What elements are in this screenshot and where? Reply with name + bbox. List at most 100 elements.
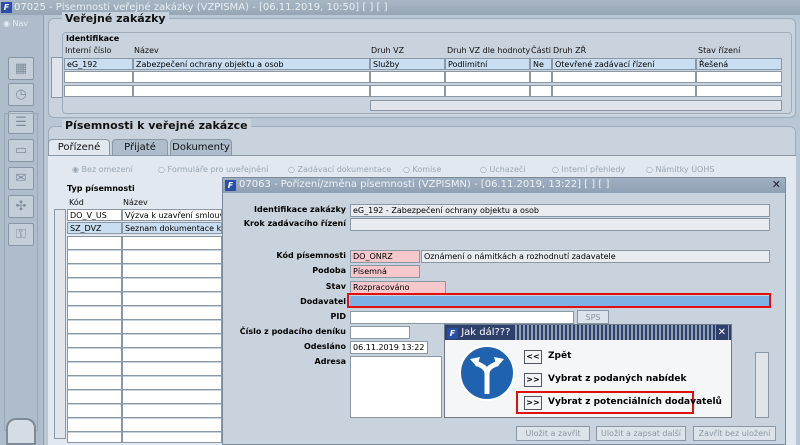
col-nazev: Název: [134, 46, 159, 55]
form-dialog-title: 07063 - Pořízení/změna písemnosti (VZPIS…: [239, 179, 610, 190]
radio-zadavaci-dokumentace[interactable]: ○ Zadávací dokumentace: [288, 165, 391, 174]
zakazka-stav[interactable]: Řešená: [696, 58, 782, 70]
zakazky-hscroll[interactable]: [370, 100, 782, 111]
identifikace-name: Zabezpečení ochrany objektu a osob: [391, 206, 539, 215]
table-row[interactable]: [370, 71, 445, 83]
radio-label: Komise: [412, 165, 442, 174]
radio-uchazeci[interactable]: ○ Uchazeči: [480, 165, 526, 174]
tools-icon[interactable]: ▦: [8, 57, 34, 80]
table-row[interactable]: [370, 85, 445, 97]
sps-button[interactable]: SPS: [577, 310, 609, 324]
zakazka-interni-cislo[interactable]: eG_192: [64, 58, 133, 70]
odeslano-field[interactable]: 06.11.2019 13:22: [350, 341, 428, 354]
close-no-save-button[interactable]: Zavřít bez uložení: [693, 426, 776, 441]
back-label: Zpět: [548, 351, 572, 361]
form-dialog-titlebar: F 07063 - Pořízení/změna písemnosti (VZP…: [223, 178, 785, 193]
app-logo-icon: F: [1, 2, 12, 13]
table-row[interactable]: [552, 71, 696, 83]
identifikace-code: eG_192: [353, 206, 384, 215]
scroll-knob[interactable]: [6, 418, 36, 445]
select-suppliers-button[interactable]: >>: [524, 396, 542, 410]
app-logo-icon: F: [225, 180, 236, 191]
tab-dokumenty[interactable]: Dokumenty: [170, 139, 232, 155]
odeslano-label: Odesláno: [303, 342, 346, 351]
nav-label: Nav: [12, 19, 29, 28]
zakazka-druh-hodnota[interactable]: Podlimitní: [445, 58, 530, 70]
kod-field[interactable]: DO_ONRZ: [350, 250, 420, 263]
table-row[interactable]: [133, 85, 370, 97]
table-row[interactable]: [445, 85, 530, 97]
col-druh-zr: Druh ZŘ: [553, 46, 587, 55]
radio-namitky-uohs[interactable]: ○ Námitky ÚOHS: [646, 165, 714, 174]
col-casti: Části: [531, 46, 552, 55]
pisemnost-kod[interactable]: DO_V_US: [67, 209, 122, 221]
save-next-button[interactable]: Uložit a zapsat další: [596, 426, 686, 441]
adresa-field[interactable]: [350, 356, 442, 418]
direction-sign-icon: [459, 345, 515, 401]
dodavatel-field[interactable]: [350, 296, 769, 306]
table-row[interactable]: [530, 71, 552, 83]
stav-label: Stav: [325, 282, 346, 291]
tab-prijate[interactable]: Přijaté: [112, 139, 168, 155]
radio-komise[interactable]: ○ Komise: [403, 165, 441, 174]
podoba-label: Podoba: [312, 266, 346, 275]
col-nazev-pisemnosti: Název: [123, 198, 148, 207]
jak-dal-title: Jak dál???: [461, 327, 511, 338]
radio-label: Bez omezení: [81, 165, 133, 174]
col-kod: Kód: [69, 198, 84, 207]
back-button[interactable]: <<: [524, 350, 542, 364]
identifikace-field: eG_192 - Zabezpečení ochrany objektu a o…: [350, 204, 770, 217]
adresa-scroll[interactable]: [755, 352, 769, 418]
table-row[interactable]: [133, 71, 370, 83]
krok-field: [350, 218, 770, 231]
kod-desc-field: Oznámení o námitkách a rozhodnutí zadava…: [421, 250, 770, 263]
radio-label: Interní přehledy: [561, 165, 626, 174]
table-row[interactable]: [445, 71, 530, 83]
col-druh-vz-hodnota: Druh VZ dle hodnoty: [447, 46, 531, 55]
jak-dal-title-wrap: F Jak dál???: [445, 325, 515, 340]
table-row[interactable]: [64, 71, 133, 83]
table-row[interactable]: [530, 85, 552, 97]
radio-bez-omezeni[interactable]: ◉ Bez omezení: [72, 165, 133, 174]
krok-label: Krok zadávacího řízení: [243, 219, 346, 228]
pisemnosti-title: Písemnosti k veřejné zakázce: [62, 119, 251, 132]
nav-toggle[interactable]: ◉ Nav: [3, 19, 28, 28]
col-interni-cislo: Interní číslo: [65, 46, 112, 55]
pisemnost-kod[interactable]: SZ_DVZ: [67, 222, 122, 234]
zakazka-druh-zr[interactable]: Otevřené zadávací řízení: [552, 58, 696, 70]
identifikace-label: Identifikace zakázky: [254, 205, 346, 214]
zakazky-title: Veřejné zakázky: [62, 12, 169, 25]
radio-label: Formuláře pro uveřejnění: [167, 165, 269, 174]
adresa-label: Adresa: [314, 357, 346, 366]
nav-panel-frame: [4, 113, 38, 431]
tab-porizene[interactable]: Pořízené: [48, 139, 110, 155]
table-row[interactable]: [552, 85, 696, 97]
pisemnost-nazev[interactable]: Výzva k uzavření smlouvy: [122, 209, 222, 221]
radio-interni-prehledy[interactable]: ○ Interní přehledy: [552, 165, 625, 174]
radio-label: Zadávací dokumentace: [297, 165, 392, 174]
table-row[interactable]: [696, 71, 782, 83]
close-icon[interactable]: ✕: [772, 178, 781, 192]
dodavatel-label: Dodavatel: [300, 297, 346, 306]
kod-label: Kód písemnosti: [276, 251, 346, 260]
zakazka-druh-vz[interactable]: Služby: [370, 58, 445, 70]
clock-icon[interactable]: ◷: [8, 83, 34, 106]
radio-formulare[interactable]: ○ Formuláře pro uveřejnění: [158, 165, 268, 174]
cislo-field[interactable]: [350, 326, 410, 339]
zakazka-casti[interactable]: Ne: [530, 58, 552, 70]
pisemnost-nazev[interactable]: Seznam dokumentace k VZ: [122, 222, 222, 234]
select-offers-button[interactable]: >>: [524, 373, 542, 387]
table-row[interactable]: [64, 85, 133, 97]
pid-field[interactable]: [350, 311, 574, 324]
zakazka-nazev[interactable]: Zabezpečení ochrany objektu a osob: [133, 58, 370, 70]
zakazky-vscroll[interactable]: [51, 57, 63, 98]
close-icon[interactable]: ✕: [715, 325, 728, 340]
cislo-label: Číslo z podacího deníku: [239, 327, 346, 336]
radio-label: Námitky ÚOHS: [655, 165, 715, 174]
pisemnosti-vscroll[interactable]: [54, 209, 66, 439]
podoba-field[interactable]: Písemná: [350, 265, 420, 278]
pid-label: PID: [330, 312, 346, 321]
save-close-button[interactable]: Uložit a zavřít: [516, 426, 590, 441]
table-row[interactable]: [696, 85, 782, 97]
app-logo-icon: F: [447, 328, 458, 339]
